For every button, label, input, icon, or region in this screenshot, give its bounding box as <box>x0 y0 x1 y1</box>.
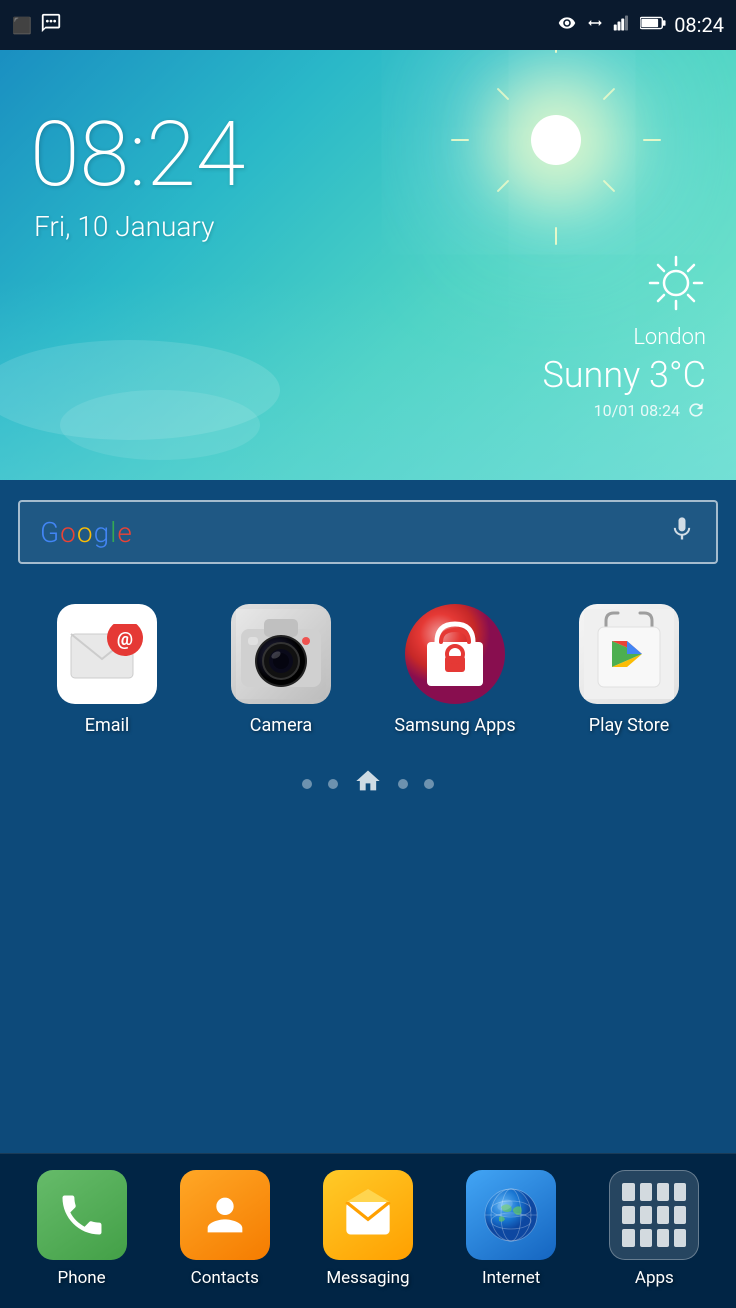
internet-label: Internet <box>482 1268 540 1288</box>
messaging-icon <box>323 1170 413 1260</box>
app-item-camera[interactable]: Camera <box>211 604 351 737</box>
contacts-label: Contacts <box>191 1268 259 1288</box>
eye-icon <box>556 14 578 36</box>
apps-grid-dot <box>657 1183 669 1201</box>
apps-icon <box>609 1170 699 1260</box>
page-dot-1[interactable] <box>302 779 312 789</box>
apps-grid-dot <box>657 1229 669 1247</box>
screenshot-icon: ⬛ <box>12 16 32 35</box>
page-dot-4[interactable] <box>398 779 408 789</box>
home-dot[interactable] <box>354 767 382 801</box>
dock-item-apps[interactable]: Apps <box>594 1170 714 1288</box>
signal-icon <box>612 14 632 36</box>
dock-item-contacts[interactable]: Contacts <box>165 1170 285 1288</box>
play-store-label: Play Store <box>589 714 670 737</box>
apps-grid-dot <box>622 1229 634 1247</box>
search-bar-container: Google <box>0 480 736 584</box>
dock-item-messaging[interactable]: Messaging <box>308 1170 428 1288</box>
status-time: 08:24 <box>674 13 724 37</box>
google-logo: Google <box>40 516 133 549</box>
play-store-icon <box>579 604 679 704</box>
weather-date: Fri, 10 January <box>34 210 214 243</box>
samsung-apps-icon <box>405 604 505 704</box>
dock: Phone Contacts Messaging <box>0 1153 736 1308</box>
camera-label: Camera <box>250 714 312 737</box>
weather-info: London Sunny 3°C 10/01 08:24 <box>542 253 706 420</box>
page-dots <box>0 757 736 821</box>
apps-grid-dot <box>622 1206 634 1224</box>
app-item-samsung-apps[interactable]: Samsung Apps <box>385 604 525 737</box>
chat-icon <box>40 12 62 38</box>
apps-grid-dot <box>622 1183 634 1201</box>
samsung-apps-label: Samsung Apps <box>394 714 515 737</box>
apps-grid-dot <box>674 1183 686 1201</box>
page-dot-2[interactable] <box>328 779 338 789</box>
weather-updated: 10/01 08:24 <box>542 400 706 420</box>
apps-grid-dot <box>640 1183 652 1201</box>
email-icon: @ <box>57 604 157 704</box>
app-item-email[interactable]: @ Email <box>37 604 177 737</box>
status-bar: ⬛ <box>0 0 736 50</box>
camera-icon <box>231 604 331 704</box>
weather-sun-icon <box>646 253 706 313</box>
mic-icon[interactable] <box>668 515 696 549</box>
battery-icon <box>640 15 666 35</box>
weather-time: 08:24 <box>30 110 245 200</box>
svg-text:@: @ <box>117 629 133 650</box>
dock-item-internet[interactable]: Internet <box>451 1170 571 1288</box>
apps-grid: @ Email <box>0 584 736 757</box>
internet-icon <box>466 1170 556 1260</box>
apps-grid-dot <box>674 1229 686 1247</box>
apps-grid-dot <box>674 1206 686 1224</box>
phone-label: Phone <box>58 1268 106 1288</box>
apps-grid-dot <box>657 1206 669 1224</box>
contacts-icon <box>180 1170 270 1260</box>
weather-city: London <box>542 325 706 350</box>
search-bar[interactable]: Google <box>18 500 718 564</box>
app-item-play-store[interactable]: Play Store <box>559 604 699 737</box>
refresh-icon <box>686 400 706 420</box>
apps-grid-dot <box>640 1229 652 1247</box>
messaging-label: Messaging <box>326 1268 409 1288</box>
weather-widget: 08:24 Fri, 10 January London <box>0 50 736 480</box>
phone-icon <box>37 1170 127 1260</box>
apps-label: Apps <box>635 1268 674 1288</box>
data-transfer-icon <box>586 14 604 36</box>
weather-condition-temp: Sunny 3°C <box>542 354 706 396</box>
apps-grid-dot <box>640 1206 652 1224</box>
page-dot-5[interactable] <box>424 779 434 789</box>
dock-item-phone[interactable]: Phone <box>22 1170 142 1288</box>
email-label: Email <box>85 714 130 737</box>
